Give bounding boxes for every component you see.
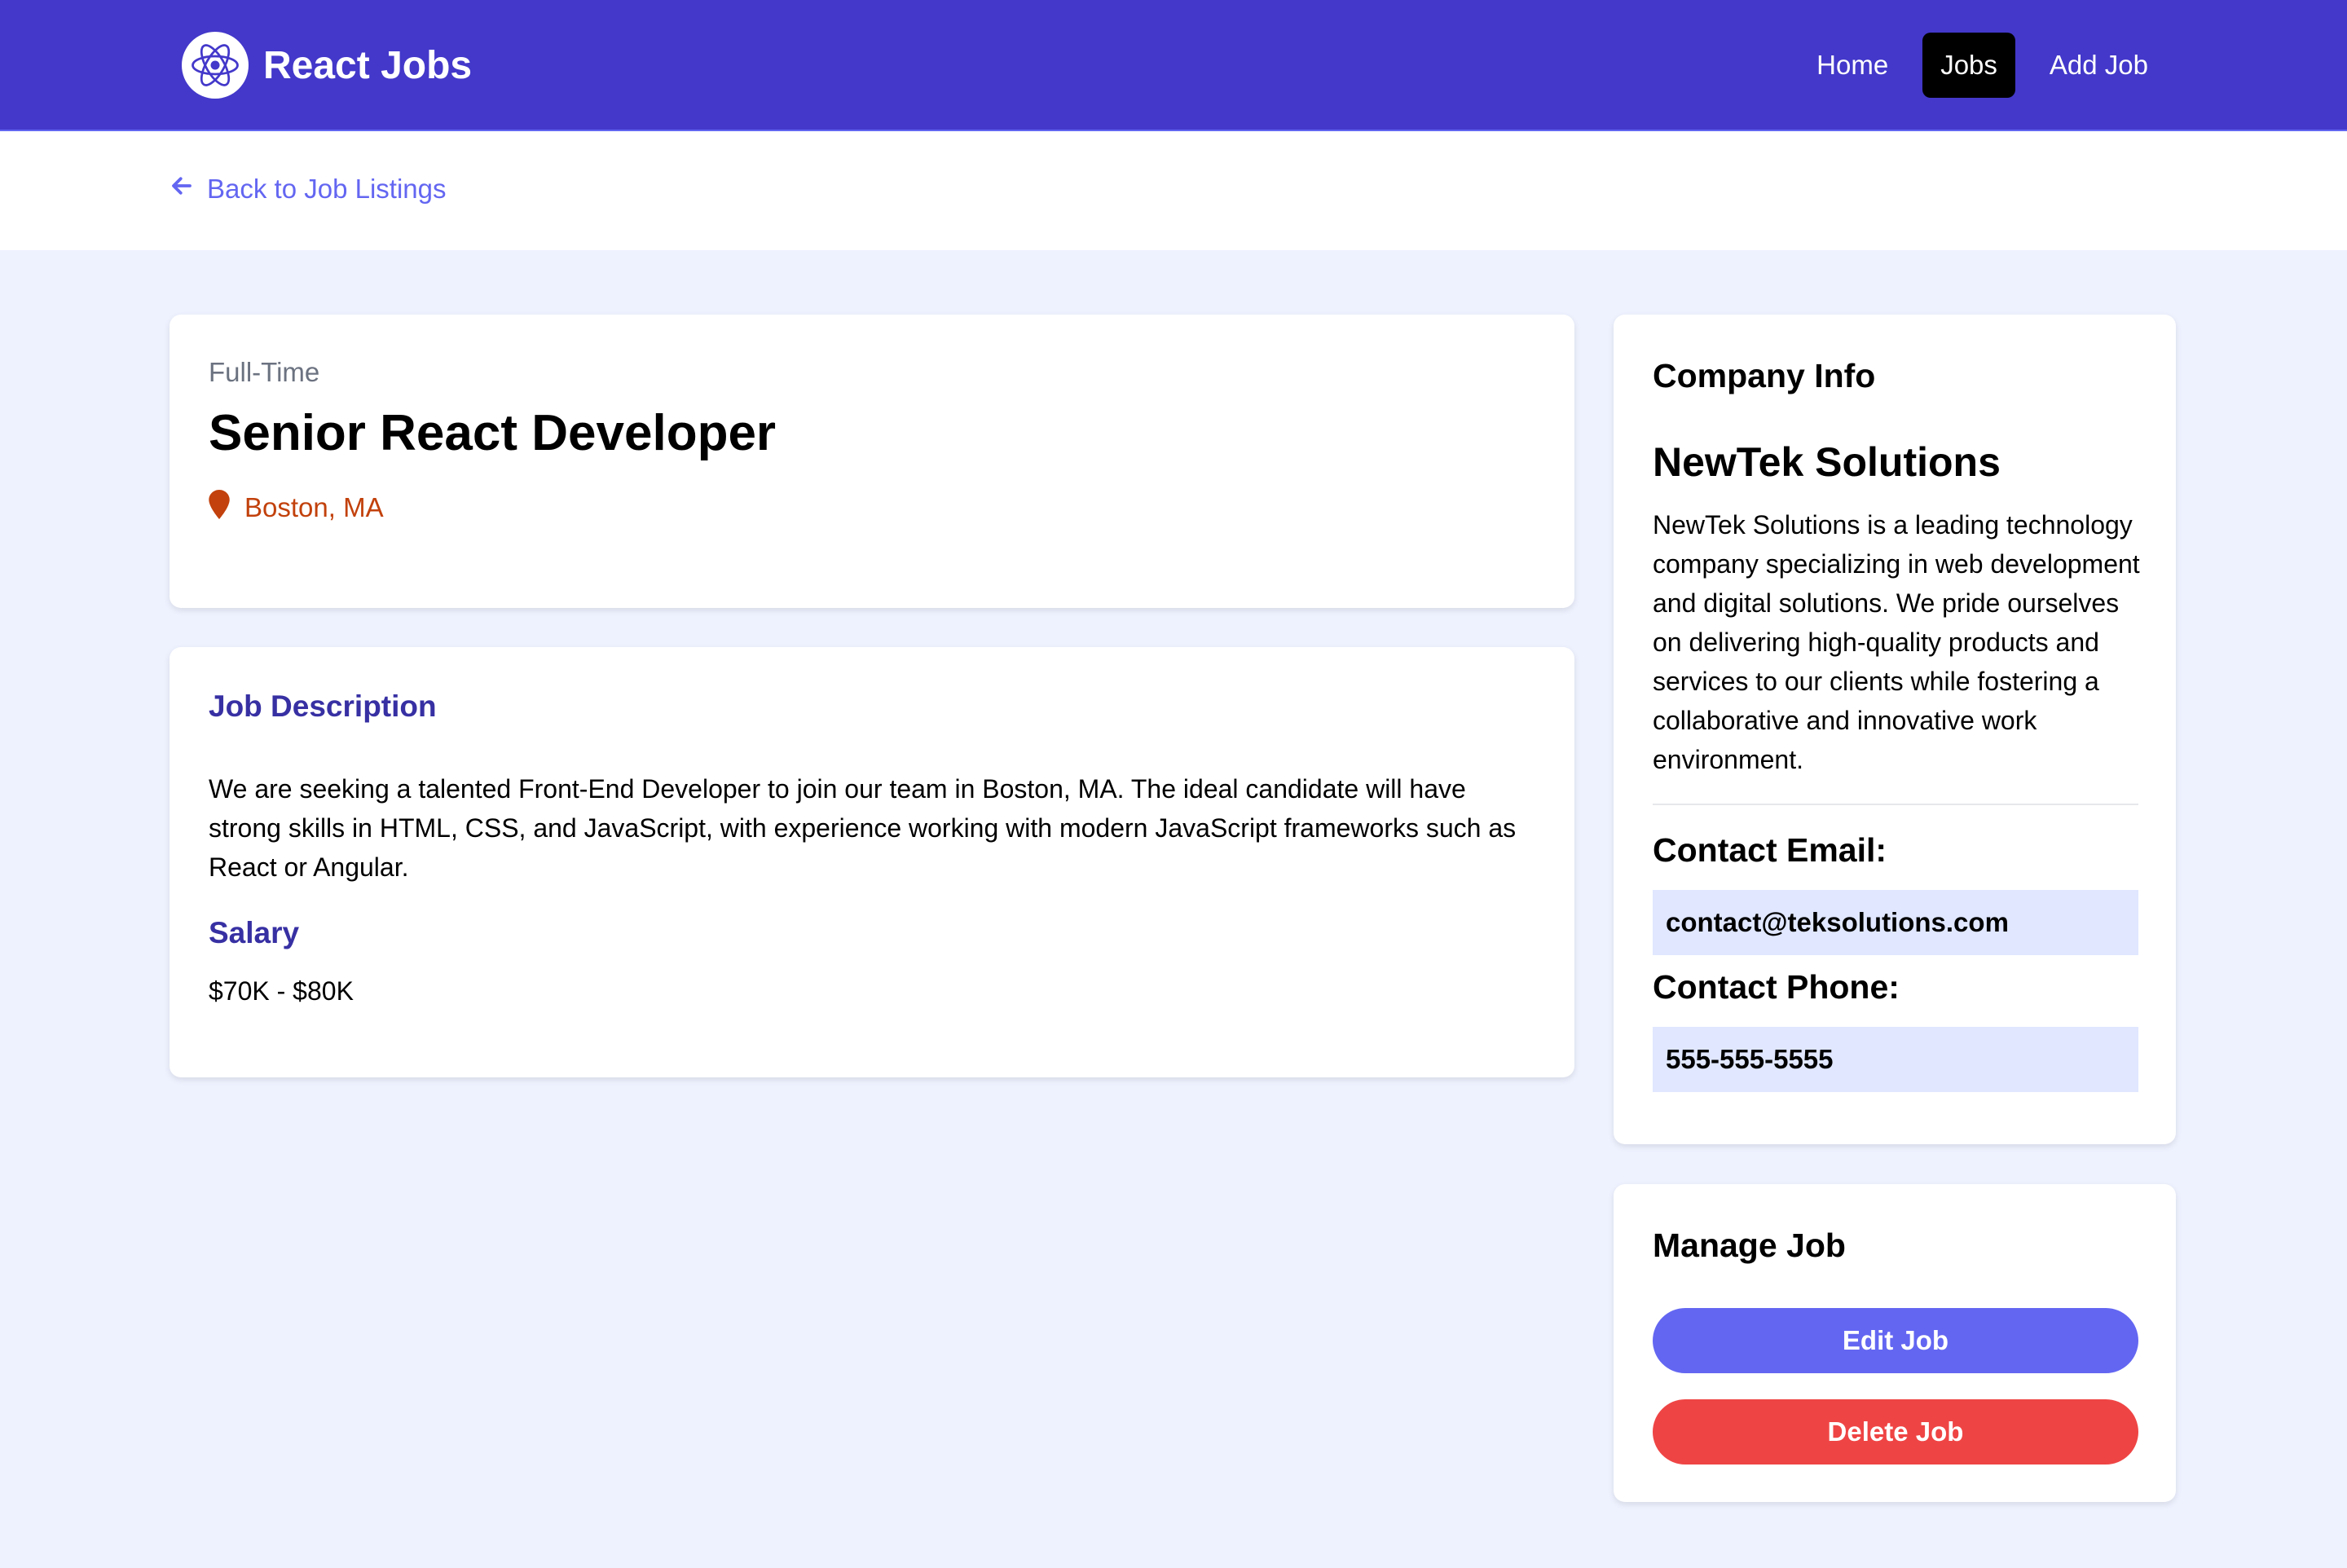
job-description-card: Job Description We are seeking a talente… [170,647,1574,1077]
edit-job-button[interactable]: Edit Job [1653,1308,2138,1373]
delete-job-button[interactable]: Delete Job [1653,1399,2138,1464]
nav-home-link[interactable]: Home [1799,33,1906,98]
contact-email-label: Contact Email: [1653,831,1887,869]
manage-job-heading: Manage Job [1653,1227,1846,1264]
job-location-text: Boston, MA [244,492,384,522]
job-location: Boston, MA [209,490,384,526]
job-type: Full-Time [209,357,320,387]
company-name: NewTek Solutions [1653,439,2001,485]
nav-add-job-link[interactable]: Add Job [2032,33,2166,98]
nav-jobs-link[interactable]: Jobs [1922,33,2015,98]
job-description-heading: Job Description [209,689,437,723]
react-logo-icon [182,32,249,99]
contact-email-value[interactable]: contact@teksolutions.com [1653,890,2138,955]
map-marker-icon [209,490,230,526]
company-info-card: Company Info NewTek Solutions NewTek Sol… [1614,315,2176,1144]
top-navbar: React Jobs Home Jobs Add Job [0,0,2347,131]
back-link-label: Back to Job Listings [207,174,447,204]
brand-name: React Jobs [263,43,473,87]
company-description: NewTek Solutions is a leading technology… [1653,510,2140,774]
salary-value: $70K - $80K [209,976,354,1006]
manage-job-card: Manage Job Edit Job Delete Job [1614,1184,2176,1502]
brand-link[interactable]: React Jobs [182,32,472,99]
arrow-left-icon [170,174,194,205]
contact-phone-value[interactable]: 555-555-5555 [1653,1027,2138,1092]
nav-links: Home Jobs Add Job [1799,32,2166,99]
job-header-card: Full-Time Senior React Developer Boston,… [170,315,1574,608]
salary-heading: Salary [209,916,300,949]
divider [1653,804,2138,805]
job-description-text: We are seeking a talented Front-End Deve… [209,774,1517,882]
back-bar: Back to Job Listings [0,131,2347,250]
job-title: Senior React Developer [209,405,777,461]
contact-phone-label: Contact Phone: [1653,968,1900,1006]
company-info-heading: Company Info [1653,357,1876,394]
back-to-listings-link[interactable]: Back to Job Listings [170,174,447,205]
